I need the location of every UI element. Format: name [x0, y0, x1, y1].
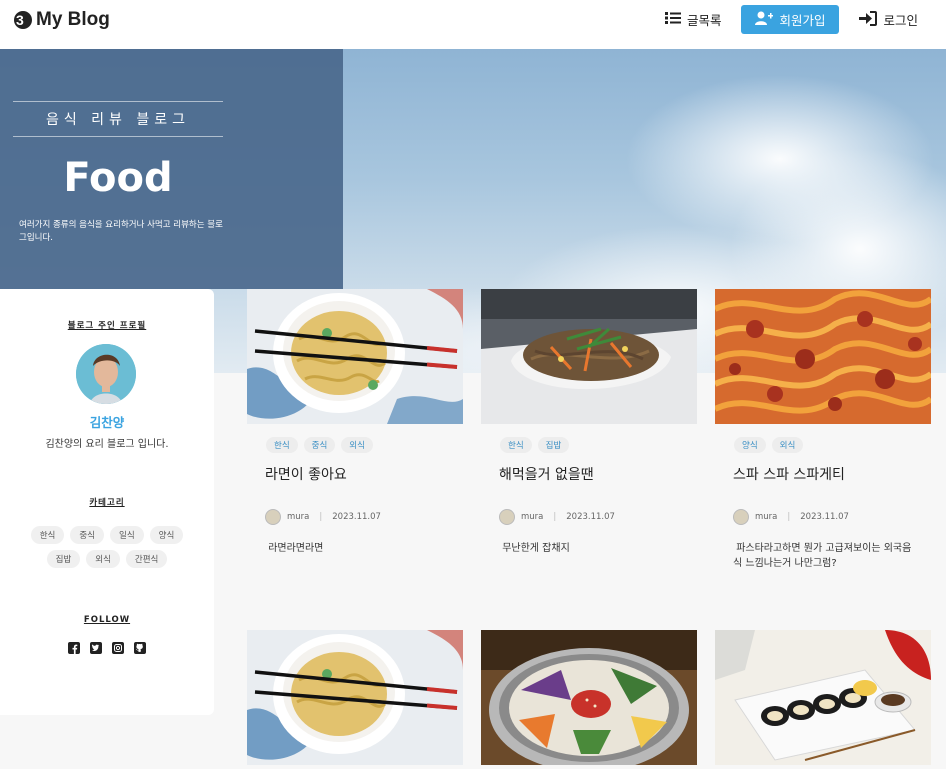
post-card[interactable]: 한식 집밥 해먹을거 없을땐 mura | 2023.11.07 무난한게 잡채… — [481, 289, 697, 609]
post-excerpt: 라면라면라면 — [265, 543, 324, 554]
post-excerpt: 무난한게 잡채지 — [499, 543, 570, 554]
logo-icon: 3 — [12, 9, 32, 31]
post-tag[interactable]: 양식 — [734, 437, 766, 453]
profile-heading: 블로그 주인 프로필 — [67, 321, 147, 331]
hero-panel: 음식 리뷰 블로그 Food 여러가지 종류의 음식을 요리하거나 사먹고 리뷰… — [0, 49, 343, 289]
post-date: 2023.11.07 — [332, 512, 381, 522]
category-chip[interactable]: 집밥 — [46, 550, 81, 568]
list-icon — [664, 11, 681, 28]
meta-divider: | — [553, 512, 557, 522]
post-image-kimbap[interactable] — [715, 630, 931, 765]
post-image-bibimbap[interactable] — [481, 630, 697, 765]
social-links — [0, 639, 214, 654]
main-nav: 글목록 회원가입 로그인 — [661, 5, 922, 34]
meta-divider: | — [787, 512, 791, 522]
owner-intro: 김찬양의 요리 블로그 입니다. — [45, 439, 169, 450]
user-plus-icon — [755, 11, 774, 28]
post-title[interactable]: 해먹을거 없을땐 — [499, 464, 594, 484]
post-image-ramen[interactable] — [247, 289, 463, 424]
post-card[interactable] — [715, 630, 931, 769]
post-card[interactable]: 양식 외식 스파 스파 스파게티 mura | 2023.11.07 파스타라고… — [715, 289, 931, 609]
post-tags: 양식 외식 — [734, 437, 804, 453]
login-link[interactable]: 로그인 — [855, 5, 922, 34]
profile-sidebar: 블로그 주인 프로필 김찬양 김찬양의 요리 블로그 입니다. 카테고리 한식 … — [0, 289, 214, 715]
post-author: mura — [755, 512, 778, 522]
post-list-link[interactable]: 글목록 — [661, 5, 726, 34]
follow-heading: FOLLOW — [83, 615, 131, 625]
logo[interactable]: 3 My Blog — [12, 9, 110, 31]
post-tag[interactable]: 외식 — [341, 437, 373, 453]
category-list: 한식 중식 일식 양식 집밥 외식 간편식 — [20, 526, 194, 568]
author-avatar — [499, 509, 515, 525]
login-label: 로그인 — [883, 13, 918, 28]
hero-description: 여러가지 종류의 음식을 요리하거나 사먹고 리뷰하는 블로그입니다. — [19, 220, 223, 243]
post-tag[interactable]: 중식 — [303, 437, 336, 453]
post-tag[interactable]: 외식 — [771, 437, 804, 453]
owner-name[interactable]: 김찬양 — [0, 412, 214, 431]
category-heading: 카테고리 — [89, 498, 125, 508]
category-chip[interactable]: 양식 — [149, 526, 184, 544]
hero-title: Food — [63, 155, 173, 201]
signup-label: 회원가입 — [779, 13, 826, 28]
signup-button[interactable]: 회원가입 — [741, 5, 840, 34]
github-icon[interactable] — [134, 639, 146, 654]
category-chip[interactable]: 일식 — [110, 526, 144, 544]
logo-text: My Blog — [36, 9, 110, 30]
site-header: 3 My Blog 글목록 회원가입 로그인 — [0, 0, 946, 49]
twitter-icon[interactable] — [90, 639, 102, 654]
post-tags: 한식 집밥 — [500, 437, 570, 453]
post-meta: mura | 2023.11.07 — [499, 509, 615, 525]
post-author: mura — [287, 512, 310, 522]
post-meta: mura | 2023.11.07 — [733, 509, 849, 525]
post-tag[interactable]: 한식 — [500, 437, 532, 453]
post-excerpt: 파스타라고하면 뭔가 고급져보이는 외국음식 느낌나는거 나만그럼? — [733, 543, 912, 569]
post-card[interactable] — [481, 630, 697, 769]
post-list-label: 글목록 — [686, 13, 722, 28]
post-date: 2023.11.07 — [566, 512, 615, 522]
post-meta: mura | 2023.11.07 — [265, 509, 381, 525]
category-chip[interactable]: 외식 — [86, 550, 120, 568]
category-chip[interactable]: 중식 — [70, 526, 104, 544]
facebook-icon[interactable] — [68, 639, 80, 654]
post-title[interactable]: 스파 스파 스파게티 — [733, 464, 845, 484]
category-chip[interactable]: 간편식 — [125, 550, 168, 568]
post-tags: 한식 중식 외식 — [266, 437, 373, 453]
post-tag[interactable]: 집밥 — [537, 437, 570, 453]
post-tag[interactable]: 한식 — [266, 437, 298, 453]
category-chip[interactable]: 한식 — [30, 526, 65, 544]
svg-text:3: 3 — [16, 12, 24, 28]
hero-subtitle: 음식 리뷰 블로그 — [13, 101, 223, 137]
instagram-icon[interactable] — [112, 639, 124, 654]
post-card[interactable] — [247, 630, 463, 769]
post-card[interactable]: 한식 중식 외식 라면이 좋아요 mura | 2023.11.07 라면라면라… — [247, 289, 463, 609]
post-image-spaghetti[interactable] — [715, 289, 931, 424]
post-date: 2023.11.07 — [800, 512, 849, 522]
author-avatar — [265, 509, 281, 525]
post-image-ramen[interactable] — [247, 630, 463, 765]
post-title[interactable]: 라면이 좋아요 — [265, 464, 347, 484]
avatar — [76, 344, 136, 404]
author-avatar — [733, 509, 749, 525]
post-author: mura — [521, 512, 544, 522]
sign-in-icon — [859, 10, 878, 29]
post-image-japchae[interactable] — [481, 289, 697, 424]
meta-divider: | — [319, 512, 323, 522]
